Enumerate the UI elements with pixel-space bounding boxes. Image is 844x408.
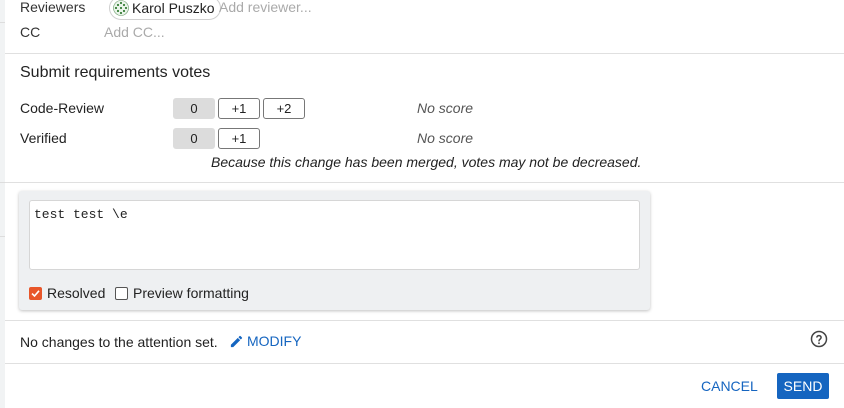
add-reviewer-input[interactable]: Add reviewer... [219, 0, 312, 15]
divider [5, 363, 844, 364]
resolved-checkbox[interactable] [29, 286, 42, 300]
reviewer-name: Karol Puszko [132, 0, 215, 16]
code-review-label: Code-Review [20, 100, 105, 116]
send-button[interactable]: SEND [777, 373, 829, 399]
reviewers-label: Reviewers [20, 0, 86, 15]
cancel-button[interactable]: CANCEL [695, 373, 759, 399]
reply-dialog: Reviewers Karol Puszko Add reviewer... C… [5, 0, 844, 408]
resolved-label: Resolved [47, 285, 106, 301]
divider [5, 53, 844, 54]
comment-textarea[interactable] [29, 200, 640, 270]
reviewer-chip[interactable]: Karol Puszko [109, 0, 222, 20]
preview-label: Preview formatting [133, 285, 249, 301]
cc-label: CC [20, 24, 41, 40]
code-review-plus1-button[interactable]: +1 [218, 98, 260, 119]
attention-text: No changes to the attention set. [20, 334, 218, 350]
modify-label: MODIFY [247, 333, 302, 349]
verified-plus1-button[interactable]: +1 [218, 128, 260, 149]
help-circle-icon[interactable] [810, 330, 828, 348]
divider [5, 320, 844, 321]
pencil-icon [230, 335, 243, 347]
preview-checkbox-row[interactable]: Preview formatting [115, 285, 249, 301]
avatar-icon [113, 0, 129, 16]
votes-title: Submit requirements votes [20, 64, 211, 81]
comment-editor: Resolved Preview formatting [19, 191, 650, 310]
verified-score: No score [417, 130, 474, 146]
code-review-plus2-button[interactable]: +2 [263, 98, 305, 119]
verified-label: Verified [20, 130, 67, 146]
merged-note: Because this change has been merged, vot… [211, 154, 642, 170]
resolved-checkbox-row[interactable]: Resolved [29, 285, 105, 301]
code-review-0-button[interactable]: 0 [173, 98, 215, 119]
check-icon [31, 289, 40, 297]
code-review-score: No score [417, 100, 474, 116]
preview-checkbox[interactable] [115, 286, 128, 300]
add-cc-input[interactable]: Add CC... [104, 24, 165, 40]
divider [5, 182, 844, 183]
modify-button[interactable]: MODIFY [229, 333, 301, 349]
verified-0-button[interactable]: 0 [173, 128, 215, 149]
